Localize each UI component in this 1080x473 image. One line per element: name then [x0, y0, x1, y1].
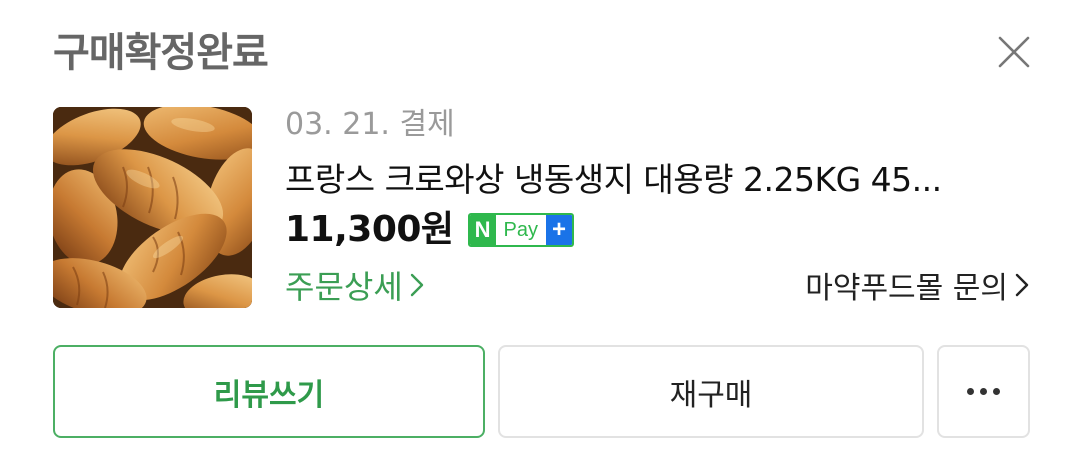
chevron-right-icon — [1015, 273, 1029, 297]
write-review-button[interactable]: 리뷰쓰기 — [53, 345, 485, 438]
more-options-button[interactable] — [937, 345, 1030, 438]
purchase-status-title: 구매확정완료 — [53, 30, 269, 76]
npay-badge: N Pay + — [467, 213, 575, 247]
npay-n-logo: N — [469, 215, 496, 245]
seller-inquiry-label: 마약푸드몰 문의 — [805, 271, 1008, 306]
write-review-label: 리뷰쓰기 — [213, 377, 325, 413]
order-detail-label: 주문상세 — [285, 268, 403, 306]
product-price: 11,300원 — [285, 209, 454, 250]
product-thumbnail[interactable] — [53, 107, 252, 308]
seller-inquiry-link[interactable]: 마약푸드몰 문의 — [805, 262, 1030, 308]
croissant-image — [53, 107, 252, 308]
npay-plus-icon: + — [546, 215, 573, 245]
more-horizontal-icon — [967, 388, 1000, 395]
rebuy-button[interactable]: 재구매 — [498, 345, 924, 438]
order-date: 03. 21. 결제 — [285, 107, 455, 142]
close-icon — [998, 36, 1030, 68]
chevron-right-icon — [410, 273, 423, 297]
rebuy-label: 재구매 — [669, 377, 753, 413]
close-button[interactable] — [992, 30, 1036, 74]
npay-pay-label: Pay — [495, 215, 547, 245]
price-row: 11,300원 N Pay + — [285, 206, 575, 254]
product-name[interactable]: 프랑스 크로와상 냉동생지 대용량 2.25KG 45... — [285, 156, 1030, 204]
order-detail-link[interactable]: 주문상세 — [285, 262, 425, 308]
